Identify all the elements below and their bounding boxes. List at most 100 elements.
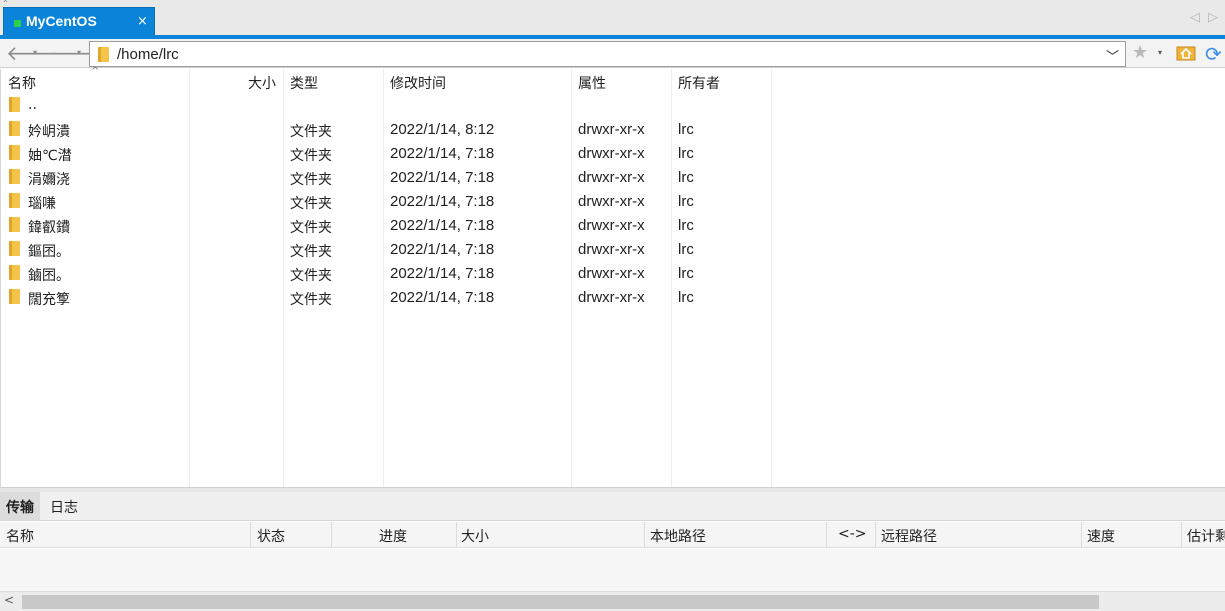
bookmark-dropdown-icon[interactable]: ▾ [1158, 48, 1162, 57]
file-name: 闊充箰 [28, 292, 70, 308]
file-list-header: 名称 ^ 大小 类型 修改时间 属性 所有者 [1, 66, 1225, 93]
file-modified: 2022/1/14, 7:18 [390, 217, 495, 234]
transfer-list-header: 名称 状态 进度 大小 本地路径 <-> 远程路径 速度 估计剩 [0, 522, 1225, 548]
list-item[interactable]: 鏂囨。 文件夹 2022/1/14, 7:18 drwxr-xr-x lrc [1, 238, 771, 262]
sort-ascending-icon: ^ [91, 66, 100, 77]
file-attributes: drwxr-xr-x [578, 217, 645, 234]
file-modified: 2022/1/14, 7:18 [390, 145, 495, 162]
file-modified: 2022/1/14, 8:12 [390, 121, 495, 138]
column-owner-header[interactable]: 所有者 [678, 73, 720, 93]
column-modified-header[interactable]: 修改时间 [390, 73, 446, 93]
bookmark-star-icon[interactable]: ★ [1132, 42, 1148, 63]
folder-icon [9, 169, 20, 184]
file-type: 文件夹 [290, 124, 332, 140]
transfer-column-progress[interactable]: 进度 [379, 526, 407, 546]
column-type-header[interactable]: 类型 [290, 73, 318, 93]
home-folder-icon[interactable] [1176, 43, 1196, 61]
file-attributes: drwxr-xr-x [578, 193, 645, 210]
transfer-column-direction[interactable]: <-> [838, 526, 867, 542]
refresh-icon[interactable]: ⟳ [1205, 42, 1222, 66]
tab-scroll-left-icon[interactable]: ◁ [1190, 10, 1200, 25]
transfer-column-remote-path[interactable]: 远程路径 [881, 526, 937, 546]
column-attributes-header[interactable]: 属性 [578, 73, 606, 93]
column-divider[interactable] [875, 522, 876, 548]
folder-icon [9, 193, 20, 208]
file-modified: 2022/1/14, 7:18 [390, 265, 495, 282]
column-divider[interactable] [1181, 522, 1182, 548]
file-attributes: drwxr-xr-x [578, 145, 645, 162]
folder-icon [9, 241, 20, 256]
file-attributes: drwxr-xr-x [578, 241, 645, 258]
column-divider[interactable] [456, 522, 457, 548]
address-input[interactable]: /home/lrc ﹀ [89, 41, 1126, 67]
folder-icon [98, 47, 109, 62]
column-divider[interactable] [771, 69, 772, 487]
close-tab-icon[interactable]: × [137, 14, 148, 29]
list-item[interactable]: 瑙嗛 文件夹 2022/1/14, 7:18 drwxr-xr-x lrc [1, 190, 771, 214]
address-toolbar: 🡐 ▾ 🡒 ▾ /home/lrc ﹀ ★ ▾ ⟳ [0, 39, 1225, 68]
list-item[interactable]: 鏀囨。 文件夹 2022/1/14, 7:18 drwxr-xr-x lrc [1, 262, 771, 286]
tab-strip: ⌃ MyCentOS × ◁ ▷ [0, 0, 1225, 36]
column-divider[interactable] [644, 522, 645, 548]
folder-icon [9, 265, 20, 280]
file-owner: lrc [678, 241, 694, 258]
file-modified: 2022/1/14, 7:18 [390, 289, 495, 306]
tab-title: MyCentOS [26, 13, 97, 29]
file-modified: 2022/1/14, 7:18 [390, 169, 495, 186]
transfer-column-eta[interactable]: 估计剩 [1187, 526, 1225, 546]
list-item[interactable]: 鍏叡鐨 文件夹 2022/1/14, 7:18 drwxr-xr-x lrc [1, 214, 771, 238]
back-history-dropdown-icon[interactable]: ▾ [33, 48, 37, 57]
tab-mycentos[interactable]: MyCentOS × [3, 7, 155, 36]
transfer-column-status[interactable]: 状态 [257, 526, 285, 546]
file-name: .. [28, 97, 37, 113]
column-divider[interactable] [826, 522, 827, 548]
column-divider[interactable] [1081, 522, 1082, 548]
file-owner: lrc [678, 217, 694, 234]
transfer-column-speed[interactable]: 速度 [1087, 526, 1115, 546]
scrollbar-thumb[interactable] [22, 595, 1099, 609]
file-type: 文件夹 [290, 220, 332, 236]
file-attributes: drwxr-xr-x [578, 289, 645, 306]
horizontal-scrollbar[interactable]: < [0, 591, 1225, 611]
scroll-left-icon[interactable]: < [4, 593, 14, 607]
file-owner: lrc [678, 265, 694, 282]
file-type: 文件夹 [290, 268, 332, 284]
list-item[interactable]: 妯℃澘 文件夹 2022/1/14, 7:18 drwxr-xr-x lrc [1, 142, 771, 166]
list-item[interactable]: 涓嬭浇 文件夹 2022/1/14, 7:18 drwxr-xr-x lrc [1, 166, 771, 190]
file-modified: 2022/1/14, 7:18 [390, 193, 495, 210]
column-name-header[interactable]: 名称 [8, 73, 36, 93]
file-modified: 2022/1/14, 7:18 [390, 241, 495, 258]
folder-icon [9, 289, 20, 304]
file-type: 文件夹 [290, 292, 332, 308]
folder-icon [9, 217, 20, 232]
column-divider[interactable] [250, 522, 251, 548]
address-path: /home/lrc [117, 46, 179, 63]
file-type: 文件夹 [290, 244, 332, 260]
tab-log[interactable]: 日志 [44, 492, 84, 521]
forward-history-dropdown-icon[interactable]: ▾ [77, 48, 81, 57]
tab-scroll-right-icon[interactable]: ▷ [1208, 10, 1218, 25]
transfer-column-local-path[interactable]: 本地路径 [650, 526, 706, 546]
file-name: 鏂囨。 [28, 244, 70, 260]
file-name: 妗岄潰 [28, 124, 70, 140]
address-dropdown-icon[interactable]: ﹀ [1106, 46, 1119, 65]
file-type: 文件夹 [290, 172, 332, 188]
connected-status-icon [14, 20, 21, 27]
file-name: 瑙嗛 [28, 196, 56, 212]
column-size-header[interactable]: 大小 [248, 73, 276, 93]
list-item[interactable]: 闊充箰 文件夹 2022/1/14, 7:18 drwxr-xr-x lrc [1, 286, 771, 310]
file-name: 鏀囨。 [28, 268, 70, 284]
list-item[interactable]: .. [1, 94, 771, 118]
folder-icon [9, 145, 20, 160]
file-owner: lrc [678, 169, 694, 186]
tab-transfers[interactable]: 传输 [0, 492, 40, 521]
file-owner: lrc [678, 121, 694, 138]
transfer-column-name[interactable]: 名称 [6, 526, 34, 546]
file-list: 名称 ^ 大小 类型 修改时间 属性 所有者 .. 妗岄潰 文件夹 2022/1… [0, 66, 1225, 487]
list-item[interactable]: 妗岄潰 文件夹 2022/1/14, 8:12 drwxr-xr-x lrc [1, 118, 771, 142]
column-divider[interactable] [331, 522, 332, 548]
file-name: 妯℃澘 [28, 148, 72, 164]
file-type: 文件夹 [290, 148, 332, 164]
file-type: 文件夹 [290, 196, 332, 212]
transfer-column-size[interactable]: 大小 [461, 526, 489, 546]
